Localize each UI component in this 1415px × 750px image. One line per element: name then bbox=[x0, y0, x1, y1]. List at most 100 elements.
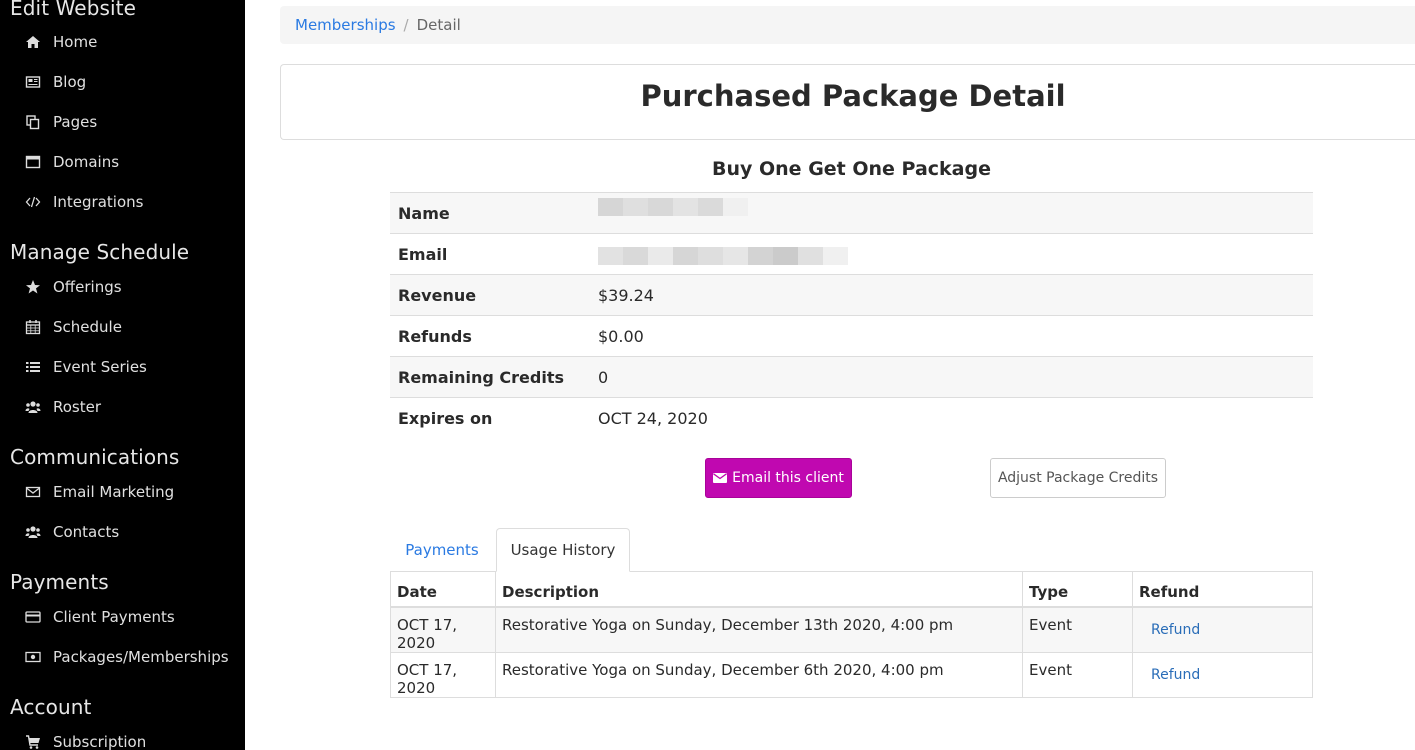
adjust-credits-label: Adjust Package Credits bbox=[997, 470, 1159, 486]
sidebar-item-blog[interactable]: Blog bbox=[24, 70, 86, 94]
envelope-icon bbox=[713, 473, 728, 483]
tab-usage-history[interactable]: Usage History bbox=[496, 528, 630, 572]
sidebar-item-label: Schedule bbox=[53, 318, 122, 336]
list-icon bbox=[24, 359, 41, 375]
email-client-button[interactable]: Email this client bbox=[705, 458, 852, 498]
home-icon bbox=[24, 34, 41, 50]
breadcrumb-separator: / bbox=[403, 16, 409, 34]
column-header-description: Description bbox=[495, 571, 1023, 608]
sidebar-item-label: Blog bbox=[53, 73, 87, 91]
sidebar-item-offerings[interactable]: Offerings bbox=[24, 275, 122, 299]
sidebar-item-client-payments[interactable]: Client Payments bbox=[24, 605, 175, 629]
detail-row-name: Name bbox=[390, 192, 1313, 234]
sidebar-item-subscription[interactable]: Subscription bbox=[24, 730, 146, 750]
cell-type: Event bbox=[1022, 651, 1133, 698]
cell-type: Event bbox=[1022, 606, 1133, 653]
code-icon bbox=[24, 194, 41, 210]
credit-card-icon bbox=[24, 609, 41, 625]
sidebar-item-label: Offerings bbox=[53, 278, 122, 296]
cell-date: OCT 17, 2020 bbox=[390, 606, 496, 653]
calendar-icon bbox=[24, 319, 41, 335]
newspaper-icon bbox=[24, 74, 41, 90]
sidebar-item-email-marketing[interactable]: Email Marketing bbox=[24, 480, 174, 504]
sidebar-item-pages[interactable]: Pages bbox=[24, 110, 97, 134]
cell-refund: Refund bbox=[1132, 606, 1313, 653]
sidebar-item-label: Event Series bbox=[53, 358, 147, 376]
sidebar-item-domains[interactable]: Domains bbox=[24, 150, 119, 174]
email-client-label: Email this client bbox=[732, 470, 844, 486]
cart-icon bbox=[24, 734, 41, 750]
window-icon bbox=[24, 154, 41, 170]
detail-row-remaining-credits: Remaining Credits 0 bbox=[390, 356, 1313, 398]
cell-refund: Refund bbox=[1132, 651, 1313, 698]
sidebar-item-event-series[interactable]: Event Series bbox=[24, 355, 147, 379]
section-title-edit-website: Edit Website bbox=[10, 0, 137, 20]
redacted-email bbox=[598, 247, 1305, 265]
breadcrumb: Memberships / Detail bbox=[280, 6, 1415, 44]
detail-row-refunds: Refunds $0.00 bbox=[390, 315, 1313, 357]
envelope-icon bbox=[24, 484, 41, 500]
redacted-name bbox=[598, 198, 1305, 216]
detail-label: Refunds bbox=[398, 326, 472, 346]
detail-label: Name bbox=[398, 203, 450, 223]
cell-description: Restorative Yoga on Sunday, December 6th… bbox=[495, 651, 1023, 698]
money-icon bbox=[24, 649, 41, 665]
section-title-payments: Payments bbox=[10, 570, 109, 594]
detail-value-name bbox=[590, 193, 1313, 234]
cell-description: Restorative Yoga on Sunday, December 13t… bbox=[495, 606, 1023, 653]
usage-history-table: Date Description Type Refund OCT 17, 202… bbox=[390, 571, 1313, 698]
users-icon bbox=[24, 524, 41, 540]
detail-row-revenue: Revenue $39.24 bbox=[390, 274, 1313, 316]
header-panel: Purchased Package Detail bbox=[280, 64, 1415, 140]
breadcrumb-memberships-link[interactable]: Memberships bbox=[295, 16, 396, 34]
sidebar: Edit Website Home Blog Pages Domains Int… bbox=[0, 0, 245, 750]
refund-link[interactable]: Refund bbox=[1151, 667, 1200, 683]
sidebar-item-label: Email Marketing bbox=[53, 483, 175, 501]
detail-row-expires-on: Expires on OCT 24, 2020 bbox=[390, 397, 1313, 439]
sidebar-item-label: Pages bbox=[53, 113, 98, 131]
users-icon bbox=[24, 399, 41, 415]
sidebar-item-label: Client Payments bbox=[53, 608, 175, 626]
column-header-date: Date bbox=[390, 571, 496, 608]
detail-value-remaining-credits: 0 bbox=[598, 367, 609, 387]
sidebar-item-label: Roster bbox=[53, 398, 102, 416]
detail-value-email bbox=[590, 234, 1313, 275]
detail-label: Expires on bbox=[398, 408, 493, 428]
section-title-communications: Communications bbox=[10, 445, 180, 469]
sidebar-item-contacts[interactable]: Contacts bbox=[24, 520, 119, 544]
table-row: OCT 17, 2020 Restorative Yoga on Sunday,… bbox=[390, 606, 1313, 653]
section-title-manage-schedule: Manage Schedule bbox=[10, 240, 190, 264]
detail-value-expires-on: OCT 24, 2020 bbox=[598, 408, 708, 428]
sidebar-item-home[interactable]: Home bbox=[24, 30, 97, 54]
table-row: OCT 17, 2020 Restorative Yoga on Sunday,… bbox=[390, 651, 1313, 698]
sidebar-item-schedule[interactable]: Schedule bbox=[24, 315, 122, 339]
detail-label: Revenue bbox=[398, 285, 477, 305]
sidebar-item-label: Contacts bbox=[53, 523, 120, 541]
detail-value-refunds: $0.00 bbox=[598, 326, 644, 346]
sidebar-item-roster[interactable]: Roster bbox=[24, 395, 101, 419]
tab-payments[interactable]: Payments bbox=[390, 528, 494, 572]
sidebar-item-label: Subscription bbox=[53, 733, 147, 750]
detail-label: Email bbox=[398, 244, 448, 264]
sidebar-item-label: Integrations bbox=[53, 193, 144, 211]
column-header-type: Type bbox=[1022, 571, 1133, 608]
package-detail-table: Name Email Revenue $39.24 Refunds $0.00 … bbox=[390, 192, 1313, 439]
breadcrumb-current: Detail bbox=[416, 16, 461, 34]
page-title: Purchased Package Detail bbox=[640, 79, 1066, 113]
cell-date: OCT 17, 2020 bbox=[390, 651, 496, 698]
sidebar-item-integrations[interactable]: Integrations bbox=[24, 190, 143, 214]
package-title: Buy One Get One Package bbox=[712, 158, 991, 180]
refund-link[interactable]: Refund bbox=[1151, 622, 1200, 638]
copy-icon bbox=[24, 114, 41, 130]
table-header-row: Date Description Type Refund bbox=[390, 571, 1313, 608]
adjust-package-credits-button[interactable]: Adjust Package Credits bbox=[990, 458, 1166, 498]
section-title-account: Account bbox=[10, 695, 92, 719]
sidebar-item-packages-memberships[interactable]: Packages/Memberships bbox=[24, 645, 229, 669]
column-header-refund: Refund bbox=[1132, 571, 1313, 608]
sidebar-item-label: Home bbox=[53, 33, 98, 51]
star-icon bbox=[24, 279, 41, 295]
sidebar-item-label: Packages/Memberships bbox=[53, 648, 229, 666]
detail-value-revenue: $39.24 bbox=[598, 285, 654, 305]
detail-row-email: Email bbox=[390, 233, 1313, 275]
sidebar-item-label: Domains bbox=[53, 153, 120, 171]
